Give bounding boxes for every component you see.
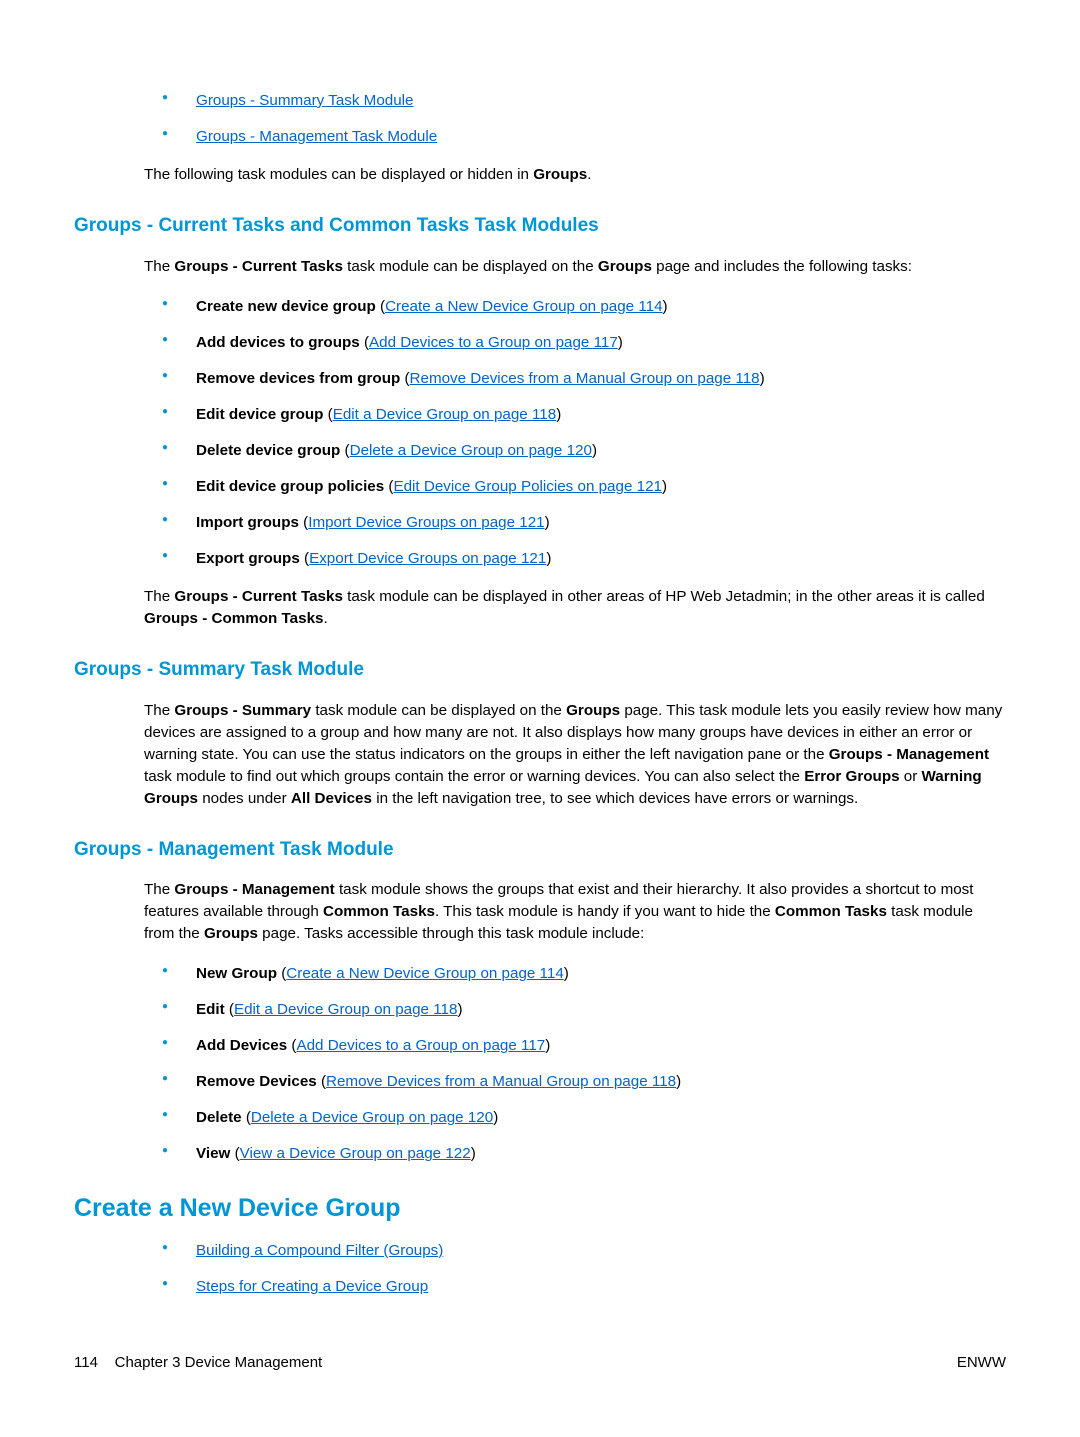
chapter-label: Chapter 3 Device Management: [115, 1354, 323, 1371]
list-item: Groups - Management Task Module: [162, 126, 1006, 148]
list-item: Groups - Summary Task Module: [162, 90, 1006, 112]
paragraph: The Groups - Current Tasks task module c…: [144, 586, 1006, 630]
task-label: Edit: [196, 1001, 225, 1018]
task-link[interactable]: Create a New Device Group on page 114: [286, 965, 563, 982]
task-label: Edit device group policies: [196, 478, 384, 495]
task-label: View: [196, 1145, 230, 1162]
list-item: Delete device group (Delete a Device Gro…: [162, 440, 1006, 462]
link-groups-management[interactable]: Groups - Management Task Module: [196, 128, 437, 145]
list-item: Edit device group policies (Edit Device …: [162, 476, 1006, 498]
list-item: Delete (Delete a Device Group on page 12…: [162, 1107, 1006, 1129]
list-item: Export groups (Export Device Groups on p…: [162, 548, 1006, 570]
link-groups-summary[interactable]: Groups - Summary Task Module: [196, 92, 413, 109]
task-link[interactable]: Delete a Device Group on page 120: [350, 442, 592, 459]
task-link[interactable]: Remove Devices from a Manual Group on pa…: [410, 370, 760, 387]
task-link[interactable]: Edit Device Group Policies on page 121: [393, 478, 661, 495]
task-link[interactable]: View a Device Group on page 122: [240, 1145, 471, 1162]
footer-right: ENWW: [957, 1354, 1006, 1371]
task-link[interactable]: Delete a Device Group on page 120: [251, 1109, 493, 1126]
task-label: Add devices to groups: [196, 334, 360, 351]
heading-create-new-device-group: Create a New Device Group: [74, 1190, 1006, 1226]
list-item: View (View a Device Group on page 122): [162, 1143, 1006, 1165]
task-link[interactable]: Import Device Groups on page 121: [308, 514, 544, 531]
task-link[interactable]: Remove Devices from a Manual Group on pa…: [326, 1073, 676, 1090]
list-item: Remove Devices (Remove Devices from a Ma…: [162, 1071, 1006, 1093]
heading-current-common-tasks: Groups - Current Tasks and Common Tasks …: [74, 212, 1006, 240]
list-item: Edit device group (Edit a Device Group o…: [162, 404, 1006, 426]
page-footer: 114 Chapter 3 Device Management ENWW: [74, 1354, 1006, 1371]
task-link[interactable]: Export Device Groups on page 121: [309, 550, 546, 567]
task-label: Delete device group: [196, 442, 340, 459]
list-item: Steps for Creating a Device Group: [162, 1276, 1006, 1298]
task-label: Import groups: [196, 514, 299, 531]
list-item: Building a Compound Filter (Groups): [162, 1240, 1006, 1262]
task-label: Remove devices from group: [196, 370, 400, 387]
task-link[interactable]: Edit a Device Group on page 118: [333, 406, 556, 423]
list-item: Remove devices from group (Remove Device…: [162, 368, 1006, 390]
task-label: New Group: [196, 965, 277, 982]
list-item: Add Devices (Add Devices to a Group on p…: [162, 1035, 1006, 1057]
paragraph: The following task modules can be displa…: [144, 164, 1006, 186]
heading-summary-task-module: Groups - Summary Task Module: [74, 656, 1006, 684]
list-item: New Group (Create a New Device Group on …: [162, 963, 1006, 985]
link-building-compound-filter[interactable]: Building a Compound Filter (Groups): [196, 1242, 443, 1259]
paragraph: The Groups - Summary task module can be …: [144, 700, 1006, 810]
task-label: Create new device group: [196, 298, 376, 315]
task-label: Remove Devices: [196, 1073, 317, 1090]
task-link[interactable]: Add Devices to a Group on page 117: [369, 334, 618, 351]
paragraph: The Groups - Current Tasks task module c…: [144, 256, 1006, 278]
list-item: Add devices to groups (Add Devices to a …: [162, 332, 1006, 354]
page-number: 114: [74, 1354, 98, 1371]
task-label: Add Devices: [196, 1037, 287, 1054]
paragraph: The Groups - Management task module show…: [144, 879, 1006, 945]
task-link[interactable]: Create a New Device Group on page 114: [385, 298, 662, 315]
heading-management-task-module: Groups - Management Task Module: [74, 836, 1006, 864]
task-label: Export groups: [196, 550, 300, 567]
link-steps-creating-device-group[interactable]: Steps for Creating a Device Group: [196, 1278, 428, 1295]
list-item: Create new device group (Create a New De…: [162, 296, 1006, 318]
task-label: Delete: [196, 1109, 242, 1126]
task-link[interactable]: Edit a Device Group on page 118: [234, 1001, 457, 1018]
list-item: Edit (Edit a Device Group on page 118): [162, 999, 1006, 1021]
task-link[interactable]: Add Devices to a Group on page 117: [296, 1037, 545, 1054]
list-item: Import groups (Import Device Groups on p…: [162, 512, 1006, 534]
task-label: Edit device group: [196, 406, 323, 423]
